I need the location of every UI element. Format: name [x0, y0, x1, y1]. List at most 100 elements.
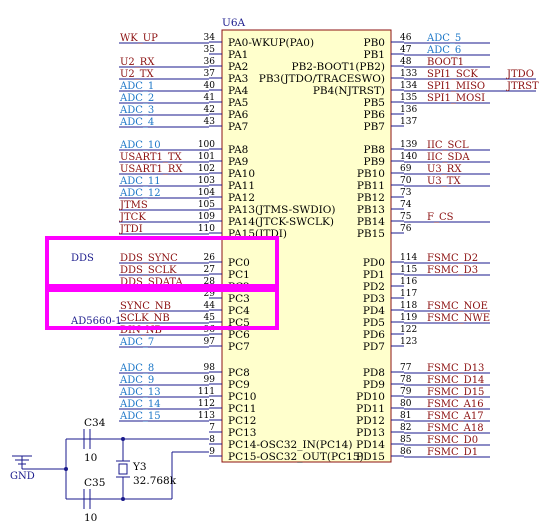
- pin-name: PB9: [364, 156, 385, 168]
- pin-number: 115: [400, 265, 417, 275]
- net-label: JTDI: [119, 224, 143, 235]
- net-label: ADC_8: [119, 363, 154, 374]
- pin-name: PB15: [357, 228, 385, 240]
- pin-name: PA4: [228, 85, 249, 97]
- pin-name: PB1: [364, 49, 385, 61]
- pin-number: 34: [204, 33, 216, 43]
- pin-number: 104: [198, 188, 215, 198]
- net-label: FSMC_D13: [427, 363, 484, 374]
- net-label: JTCK: [119, 212, 146, 223]
- pin-number: 122: [400, 325, 417, 335]
- net-label: FSMC_NWE: [427, 313, 490, 324]
- pin-name: PC8: [228, 367, 250, 379]
- pin-name: PA2: [228, 61, 248, 73]
- pin-number: 27: [204, 265, 216, 275]
- pin-name: PD8: [363, 367, 385, 379]
- pin-number: 98: [204, 363, 216, 373]
- pin-number: 36: [204, 57, 216, 67]
- pin-number: 137: [400, 117, 417, 127]
- pin-name: PC15-OSC32_OUT(PC15): [228, 451, 364, 463]
- pin-name: PA9: [228, 156, 248, 168]
- pin-number: 133: [400, 69, 417, 79]
- pin-number: 99: [204, 375, 216, 385]
- net-label: ADC_7: [119, 337, 154, 348]
- net-label: DDS_SYNC: [120, 253, 178, 264]
- net-label: IIC_SCL: [427, 140, 469, 151]
- pin-number: 123: [400, 337, 417, 347]
- pin-name: PC11: [228, 403, 256, 415]
- pin-name: PA6: [228, 109, 249, 121]
- pin-number: 44: [204, 301, 216, 311]
- pin-name: PD5: [363, 317, 385, 329]
- pin-number: 43: [204, 117, 216, 127]
- pin-number: 74: [400, 200, 412, 210]
- y3-value: 32.768k: [133, 475, 177, 487]
- pin-name: PB10: [357, 168, 385, 180]
- c34-value: 10: [84, 452, 97, 464]
- pin-name: PB4(NJTRST): [313, 85, 385, 97]
- pin-name: PC10: [228, 391, 256, 403]
- pin-number: 85: [400, 435, 412, 445]
- pin-name: PD15: [356, 451, 385, 463]
- pin-name: PA13(JTMS-SWDIO): [228, 204, 336, 216]
- pin-number: 135: [400, 93, 417, 103]
- pin-number: 103: [198, 176, 215, 186]
- pin-number: 80: [400, 399, 412, 409]
- pin-number: 139: [400, 140, 417, 150]
- c35-ref: C35: [84, 477, 105, 489]
- pin-number: 100: [198, 140, 215, 150]
- net-label: ADC_11: [119, 176, 161, 187]
- net-label: ADC_9: [119, 375, 154, 386]
- net-label: ADC_13: [119, 387, 161, 398]
- net-label: U2_RX: [120, 57, 155, 68]
- pin-name: PD6: [363, 329, 385, 341]
- crystal-circuit: [21, 429, 209, 509]
- net-label: FSMC_A18: [427, 423, 484, 434]
- net-label: WK_UP: [120, 33, 158, 44]
- pin-number: 101: [198, 152, 215, 162]
- net-label: FSMC_NOE: [427, 301, 488, 312]
- pin-name: PA0-WKUP(PA0): [228, 37, 314, 49]
- net-label: FSMC_A16: [427, 399, 484, 410]
- pin-number: 35: [204, 45, 216, 55]
- pin-number: 136: [400, 105, 417, 115]
- pin-number: 116: [400, 277, 417, 287]
- pin-number: 82: [400, 423, 411, 433]
- pin-name: PD1: [363, 269, 385, 281]
- pin-number: 45: [204, 313, 216, 323]
- net-label: FSMC_D15: [427, 387, 484, 398]
- pin-name: PB6: [364, 109, 386, 121]
- net-label: FSMC_D3: [427, 265, 478, 276]
- pin-number: 114: [400, 253, 417, 263]
- net-label: BOOT1: [427, 57, 464, 68]
- net-label: SPI1_SCK: [427, 69, 478, 80]
- pin-name: PC4: [228, 305, 250, 317]
- pin-name: PD2: [363, 281, 385, 293]
- pin-number: 102: [198, 164, 215, 174]
- pin-name: PA7: [228, 121, 248, 133]
- pin-number: 113: [198, 411, 215, 421]
- net-label: USART1_RX: [120, 164, 183, 175]
- pin-name: PC7: [228, 341, 250, 353]
- gnd-label: GND: [10, 471, 35, 482]
- net-label: U3_RX: [427, 164, 462, 175]
- net-label: FSMC_D0: [427, 435, 478, 446]
- pin-number: 37: [204, 69, 216, 79]
- net-label: ADC_5: [426, 33, 461, 44]
- pin-number: 97: [204, 337, 216, 347]
- pin-name: PB13: [357, 204, 385, 216]
- net-label: ADC_12: [119, 188, 161, 199]
- net-label: ADC_2: [119, 93, 154, 104]
- net-label: ADC_3: [119, 105, 154, 116]
- net-label: JTDO: [506, 69, 534, 80]
- net-label: SPI1_MOSI: [427, 93, 485, 104]
- y3-ref: Y3: [132, 461, 147, 473]
- pin-name: PB3(JTDO/TRACESWO): [259, 73, 385, 85]
- junction-dot: [121, 497, 125, 501]
- net-label: FSMC_D14: [427, 375, 484, 386]
- c35-value: 10: [84, 512, 97, 524]
- net-label: U3_TX: [427, 176, 461, 187]
- pin-name: PD9: [363, 379, 385, 391]
- pin-number: 26: [204, 253, 216, 263]
- pin-number: 73: [400, 188, 412, 198]
